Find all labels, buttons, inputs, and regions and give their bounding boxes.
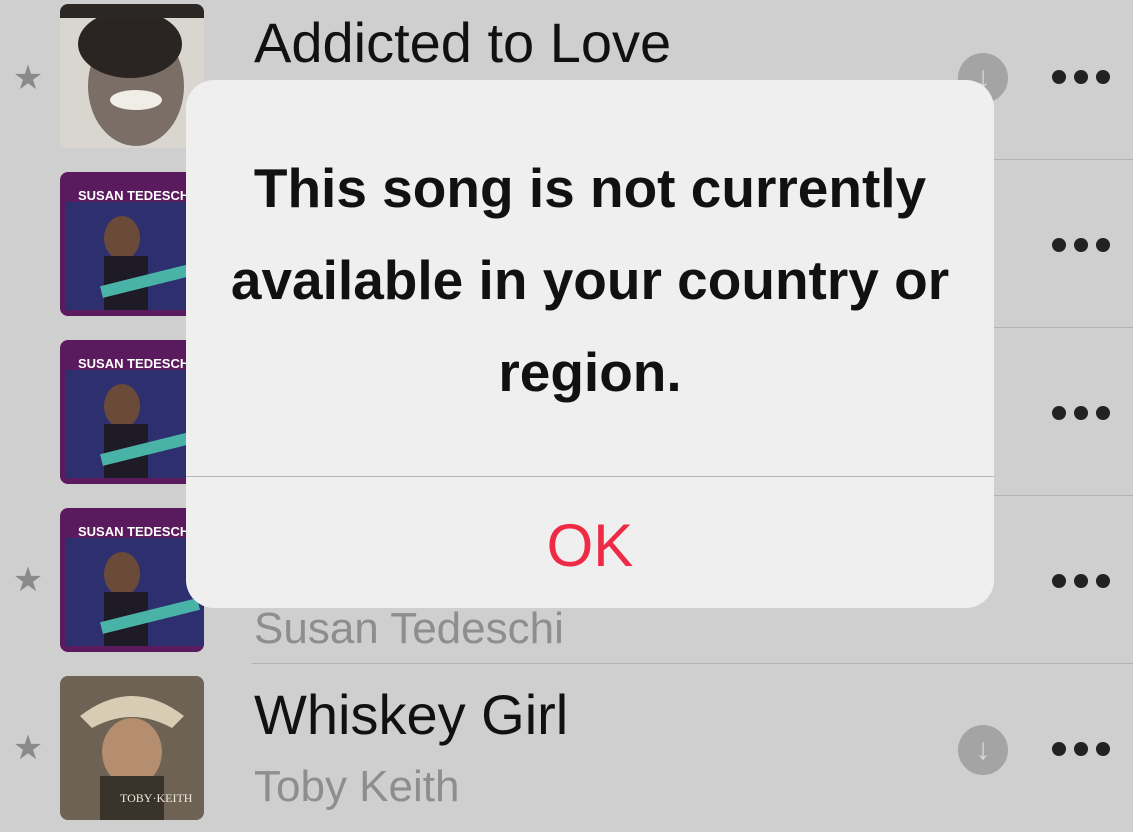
more-options-button[interactable] [1052, 403, 1112, 423]
ok-button[interactable]: OK [186, 477, 994, 608]
song-title: Addicted to Love [254, 11, 672, 74]
download-icon[interactable]: ↓ [958, 725, 1008, 775]
album-artwork: SUSAN TEDESCHI [60, 172, 204, 316]
song-artist: Toby Keith [254, 762, 460, 811]
song-row[interactable]: ★ TOBY·KEITH Whiskey Girl Toby Keith ↓ [0, 664, 1133, 832]
svg-text:TOBY·KEITH: TOBY·KEITH [120, 791, 193, 805]
album-artwork: SUSAN TEDESCHI [60, 340, 204, 484]
album-artwork: SUSAN TEDESCHI [60, 508, 204, 652]
more-options-button[interactable] [1052, 235, 1112, 255]
alert-dialog: This song is not currently available in … [186, 80, 994, 608]
more-options-button[interactable] [1052, 739, 1112, 759]
alert-message: This song is not currently available in … [230, 157, 950, 403]
album-artwork: TOBY·KEITH [60, 676, 204, 820]
more-options-button[interactable] [1052, 571, 1112, 591]
svg-text:SUSAN TEDESCHI: SUSAN TEDESCHI [78, 524, 193, 539]
star-icon: ★ [12, 561, 44, 599]
album-artwork [60, 4, 204, 148]
svg-text:SUSAN TEDESCHI: SUSAN TEDESCHI [78, 356, 193, 371]
svg-text:SUSAN TEDESCHI: SUSAN TEDESCHI [78, 188, 193, 203]
song-title: Whiskey Girl [254, 683, 569, 746]
star-icon: ★ [12, 729, 44, 767]
song-artist: Susan Tedeschi [254, 604, 564, 653]
star-icon: ★ [12, 59, 44, 97]
more-options-button[interactable] [1052, 67, 1112, 87]
